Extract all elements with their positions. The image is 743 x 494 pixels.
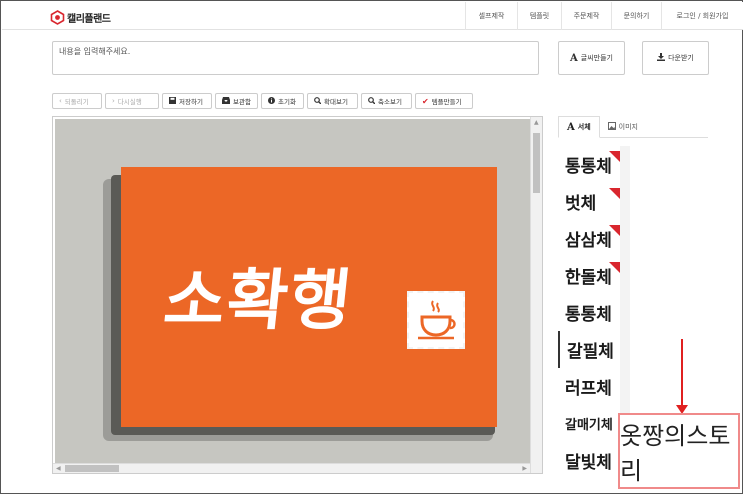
storage-label: 보관함 — [233, 98, 251, 106]
logo-mark-icon — [50, 9, 65, 25]
canvas-horizontal-scrollbar[interactable]: ◀ ▶ — [53, 463, 530, 473]
canvas-vertical-scrollbar[interactable]: ▲ — [530, 117, 542, 473]
new-badge — [609, 151, 620, 162]
font-preview: 통통체 — [565, 157, 612, 177]
font-a-icon: A — [570, 52, 578, 64]
logo-text: 캘리플랜드 — [67, 13, 111, 25]
scroll-right-icon[interactable]: ▶ — [522, 465, 527, 472]
info-icon — [268, 96, 275, 106]
zoom-out-label: 축소보기 — [378, 98, 402, 106]
download-label: 다운받기 — [668, 54, 694, 62]
font-preview: 달빛체 — [565, 453, 612, 472]
nav-inquiry[interactable]: 문의하기 — [611, 2, 661, 30]
reset-label: 초기화 — [278, 98, 296, 106]
font-preview: 갈매기체 — [565, 418, 613, 433]
zoom-out-icon — [368, 96, 376, 106]
new-badge — [609, 225, 620, 236]
redo-button[interactable]: › 다시실행 — [105, 93, 159, 109]
card-calligraphy-text[interactable]: 소확행 — [160, 247, 358, 343]
text-input[interactable]: 내용을 입력해주세요. — [52, 41, 539, 75]
scroll-up-icon[interactable]: ▲ — [534, 119, 539, 126]
annotation-arrow — [681, 339, 683, 407]
font-item[interactable]: 통통체 — [558, 146, 620, 183]
new-badge — [609, 188, 620, 199]
nav-template[interactable]: 템플릿 — [517, 2, 561, 30]
undo-icon: ‹ — [59, 97, 62, 105]
font-item-selected[interactable]: 갈필체 — [558, 331, 620, 368]
template-button[interactable]: ✔ 템플만들기 — [415, 93, 473, 109]
font-item[interactable]: 달빛체 — [558, 442, 620, 472]
font-preview: 삼삼체 — [565, 231, 612, 251]
inbox-icon — [222, 96, 230, 106]
zoom-in-label: 확대보기 — [324, 98, 348, 106]
design-card[interactable]: 소확행 — [121, 167, 497, 427]
top-header: 캘리플랜드 셀프제작 템플릿 주문제작 문의하기 로그인 / 회원가입 — [2, 2, 743, 30]
save-label: 저장하기 — [179, 98, 203, 106]
editor-toolbar: ‹ 되돌리기 › 다시실행 저장하기 보관함 초기화 확대보기 축소보기 ✔ 템… — [52, 93, 473, 109]
tab-image[interactable]: 이미지 — [600, 116, 646, 138]
make-font-label: 글씨만들기 — [580, 54, 613, 62]
zoom-out-button[interactable]: 축소보기 — [361, 93, 412, 109]
top-nav: 셀프제작 템플릿 주문제작 문의하기 로그인 / 회원가입 — [465, 2, 743, 30]
design-canvas[interactable]: 소확행 — [55, 119, 530, 463]
image-icon — [607, 122, 616, 132]
make-font-button[interactable]: A 글씨만들기 — [558, 41, 625, 75]
nav-login-signup[interactable]: 로그인 / 회원가입 — [661, 2, 743, 30]
zoom-in-button[interactable]: 확대보기 — [307, 93, 358, 109]
font-item[interactable]: 러프체 — [558, 368, 620, 405]
template-label: 템플만들기 — [431, 98, 462, 106]
font-item[interactable]: 통통체 — [558, 294, 620, 331]
undo-button[interactable]: ‹ 되돌리기 — [52, 93, 102, 109]
font-a-icon: A — [567, 121, 575, 133]
app-window: 캘리플랜드 셀프제작 템플릿 주문제작 문의하기 로그인 / 회원가입 내용을 … — [0, 0, 743, 494]
save-icon — [169, 96, 176, 106]
font-preview: 통통체 — [565, 305, 612, 325]
redo-icon: › — [112, 97, 115, 105]
font-item[interactable]: 삼삼체 — [558, 220, 620, 257]
font-item[interactable]: 벗체 — [558, 183, 620, 220]
font-preview: 러프체 — [565, 379, 612, 399]
reset-button[interactable]: 초기화 — [261, 93, 304, 109]
font-item[interactable]: 한돌체 — [558, 257, 620, 294]
horizontal-scroll-thumb[interactable] — [65, 465, 119, 472]
save-button[interactable]: 저장하기 — [162, 93, 212, 109]
font-list: 통통체 벗체 삼삼체 한돌체 통통체 갈필체 러프체 갈매기체 달빛체 — [558, 146, 620, 472]
scroll-left-icon[interactable]: ◀ — [56, 465, 61, 472]
font-preview: 한돌체 — [565, 268, 612, 288]
nav-custom-order[interactable]: 주문제작 — [561, 2, 611, 30]
tab-font-label: 서체 — [577, 123, 591, 131]
download-button[interactable]: 다운받기 — [642, 41, 709, 75]
tab-image-label: 이미지 — [618, 123, 638, 131]
storage-button[interactable]: 보관함 — [215, 93, 258, 109]
check-icon: ✔ — [422, 96, 429, 106]
font-item[interactable]: 갈매기체 — [558, 405, 620, 442]
nav-self-make[interactable]: 셀프제작 — [465, 2, 517, 30]
font-preview: 벗체 — [565, 194, 597, 214]
redo-label: 다시실행 — [117, 98, 142, 106]
download-icon — [657, 53, 666, 63]
tab-font[interactable]: A 서체 — [558, 116, 600, 138]
logo[interactable]: 캘리플랜드 — [50, 8, 111, 26]
vertical-scroll-thumb[interactable] — [533, 133, 540, 193]
canvas-area: 소확행 ▲ ◀ ▶ — [52, 116, 543, 474]
new-badge — [609, 262, 620, 273]
coffee-cup-icon[interactable] — [407, 291, 465, 349]
undo-label: 되돌리기 — [64, 98, 89, 106]
zoom-in-icon — [314, 96, 322, 106]
font-preview: 갈필체 — [567, 342, 614, 362]
watermark-text: 옷짱의스토리 — [620, 422, 731, 485]
panel-tabs: A 서체 이미지 — [558, 116, 708, 138]
watermark-callout: 옷짱의스토리 — [618, 413, 740, 489]
